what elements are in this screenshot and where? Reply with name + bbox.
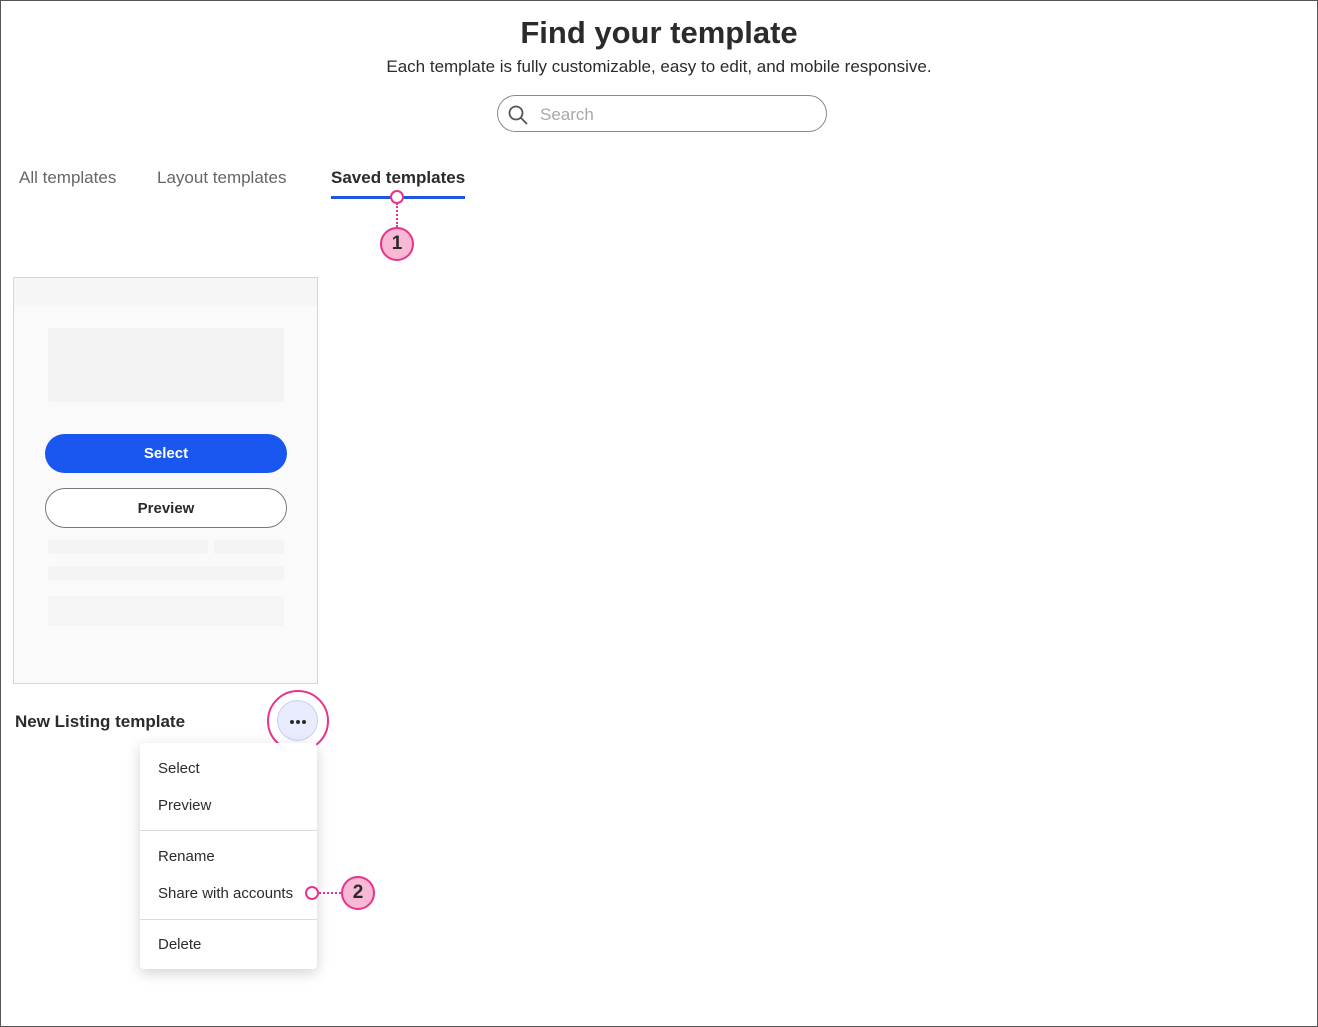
preview-button[interactable]: Preview xyxy=(45,488,287,528)
page-frame: Find your template Each template is full… xyxy=(0,0,1318,1027)
menu-item-delete[interactable]: Delete xyxy=(158,936,201,953)
callout-anchor-dot xyxy=(305,886,319,900)
callout-2: 2 xyxy=(341,876,375,910)
menu-divider xyxy=(140,830,317,831)
context-menu: Select Preview Rename Share with account… xyxy=(140,743,317,969)
ellipsis-icon xyxy=(289,712,307,730)
thumbnail-text-placeholder xyxy=(48,566,284,580)
template-card-thumbnail[interactable]: Select Preview xyxy=(13,277,318,684)
search-box[interactable] xyxy=(497,95,827,132)
thumbnail-header-placeholder xyxy=(14,278,317,306)
page-subtitle: Each template is fully customizable, eas… xyxy=(386,57,932,76)
select-button[interactable]: Select xyxy=(45,434,287,473)
more-actions-button[interactable] xyxy=(277,700,318,741)
callout-1: 1 xyxy=(380,227,414,261)
tab-layout-templates[interactable]: Layout templates xyxy=(157,168,286,196)
thumbnail-footer-placeholder xyxy=(48,596,284,626)
search-icon xyxy=(508,105,528,125)
menu-item-rename[interactable]: Rename xyxy=(158,848,215,865)
menu-item-preview[interactable]: Preview xyxy=(158,797,211,814)
template-name: New Listing template xyxy=(15,712,186,731)
callout-connector xyxy=(319,892,341,894)
menu-item-share-with-accounts[interactable]: Share with accounts xyxy=(158,885,293,902)
menu-divider xyxy=(140,919,317,920)
page-title: Find your template xyxy=(520,15,798,50)
thumbnail-text-placeholder xyxy=(214,540,284,554)
menu-item-select[interactable]: Select xyxy=(158,760,200,777)
thumbnail-text-placeholder xyxy=(48,540,208,554)
callout-connector xyxy=(396,203,398,227)
thumbnail-hero-placeholder xyxy=(48,328,284,402)
search-input[interactable] xyxy=(538,102,812,128)
callout-anchor-dot xyxy=(390,190,404,204)
tab-all-templates[interactable]: All templates xyxy=(19,168,116,196)
